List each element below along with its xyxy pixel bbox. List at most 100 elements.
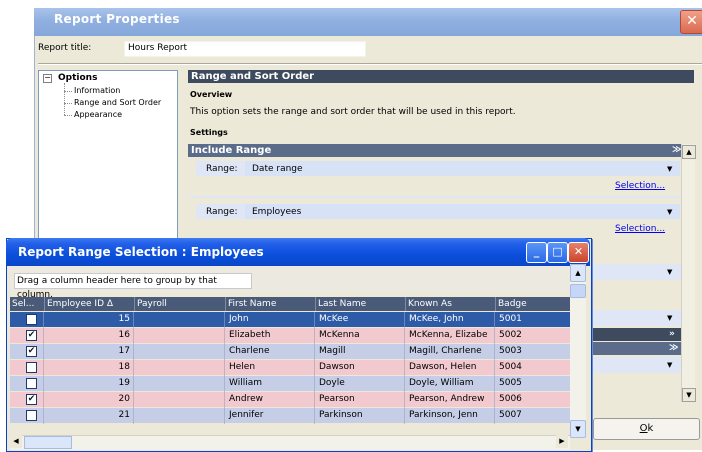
range-selection-title: Report Range Selection : Employees — [18, 245, 264, 259]
report-properties-close-button[interactable]: ✕ — [680, 10, 702, 34]
sort-ascending-icon: Δ — [106, 299, 114, 309]
collapse-chevron-icon[interactable]: ≫ — [669, 343, 678, 353]
selection-link-date[interactable]: Selection... — [615, 181, 665, 191]
scroll-thumb[interactable] — [24, 436, 72, 449]
ok-label-rest: k — [647, 423, 654, 434]
table-cell-payroll — [135, 344, 221, 358]
maximize-button[interactable]: □ — [547, 242, 568, 263]
column-header-known-as[interactable]: Known As — [406, 297, 496, 311]
range-select-date[interactable] — [245, 161, 680, 176]
range-value: Date range — [252, 164, 303, 174]
scroll-down-icon[interactable]: ▼ — [682, 388, 696, 402]
table-cell-id: 16 — [118, 330, 130, 340]
table-cell-badge: 5002 — [499, 330, 522, 340]
table-cell-payroll — [135, 408, 221, 422]
dropdown-arrow-icon[interactable]: ▼ — [667, 314, 672, 322]
table-cell-known: McKenna, Elizabe — [409, 330, 488, 340]
ok-button[interactable]: Ok — [593, 418, 700, 440]
row-select-checkbox[interactable] — [26, 410, 37, 421]
content-scrollbar[interactable] — [681, 144, 695, 402]
scroll-down-icon[interactable]: ▼ — [570, 420, 586, 438]
table-cell-known: Magill, Charlene — [409, 346, 482, 356]
table-cell-last: Pearson — [319, 394, 355, 404]
dropdown-arrow-icon[interactable]: ▼ — [667, 165, 672, 173]
row-select-checkbox[interactable]: ✔ — [26, 394, 37, 405]
tree-item-range-sort-order[interactable]: Range and Sort Order — [74, 98, 161, 107]
table-cell-id: 21 — [118, 410, 130, 420]
column-separator — [224, 312, 225, 424]
column-header-last-name[interactable]: Last Name — [316, 297, 406, 311]
range-selection-close-button[interactable]: ✕ — [568, 242, 589, 263]
column-separator — [404, 312, 405, 424]
tree-item-appearance[interactable]: Appearance — [74, 110, 122, 119]
settings-heading: Settings — [190, 128, 228, 137]
include-range-group-header[interactable]: Include Range — [188, 144, 685, 157]
row-select-checkbox[interactable] — [26, 378, 37, 389]
table-cell-first: Helen — [229, 362, 256, 372]
options-tree — [38, 70, 178, 247]
dropdown-arrow-icon[interactable]: ▼ — [667, 208, 672, 216]
tree-item-information[interactable]: Information — [74, 86, 120, 95]
close-icon: ✕ — [686, 13, 698, 29]
range-label: Range: — [206, 164, 238, 174]
table-cell-id: 17 — [118, 346, 130, 356]
table-cell-last: Magill — [319, 346, 346, 356]
tree-collapse-icon[interactable]: − — [43, 74, 52, 83]
maximize-icon: □ — [552, 245, 563, 258]
table-cell-known: McKee, John — [409, 314, 464, 324]
table-cell-payroll — [135, 312, 221, 326]
table-cell-last: Dawson — [319, 362, 355, 372]
row-select-checkbox[interactable] — [26, 362, 37, 373]
report-title-value: Hours Report — [128, 43, 188, 53]
collapse-chevron-icon[interactable]: ≫ — [672, 145, 681, 155]
tree-connector — [64, 83, 65, 115]
table-cell-id: 18 — [118, 362, 130, 372]
range-value: Employees — [252, 207, 302, 217]
table-cell-known: Doyle, William — [409, 378, 474, 388]
close-icon: ✕ — [573, 245, 584, 258]
column-header-payroll[interactable]: Payroll — [135, 297, 226, 311]
table-cell-badge: 5004 — [499, 362, 522, 372]
table-cell-last: McKee — [319, 314, 349, 324]
minimize-button[interactable]: _ — [526, 242, 547, 263]
column-header-first-name[interactable]: First Name — [226, 297, 316, 311]
row-select-checkbox[interactable]: ✔ — [26, 346, 37, 357]
row-select-checkbox[interactable]: ✔ — [26, 330, 37, 341]
column-header-badge[interactable]: Badge — [496, 297, 570, 311]
table-cell-first: Charlene — [229, 346, 270, 356]
tree-connector — [64, 115, 72, 116]
table-cell-badge: 5006 — [499, 394, 522, 404]
scroll-left-icon[interactable]: ◀ — [10, 435, 22, 448]
column-header-employee-id[interactable]: Employee ID Δ — [45, 297, 135, 311]
overview-text: This option sets the range and sort orde… — [190, 107, 516, 117]
scroll-up-icon[interactable]: ▲ — [570, 264, 586, 282]
scroll-up-icon[interactable]: ▲ — [682, 145, 696, 159]
expand-chevron-icon[interactable]: » — [669, 329, 675, 339]
report-properties-title: Report Properties — [54, 12, 180, 26]
table-cell-payroll — [135, 392, 221, 406]
table-cell-known: Parkinson, Jenn — [409, 410, 478, 420]
scroll-thumb[interactable] — [570, 284, 586, 298]
selection-link-employees[interactable]: Selection... — [615, 224, 665, 234]
table-cell-payroll — [135, 376, 221, 390]
tree-root-options[interactable]: Options — [58, 73, 97, 83]
table-cell-first: John — [229, 314, 249, 324]
table-cell-id: 20 — [118, 394, 130, 404]
column-header-label: Employee ID — [47, 299, 105, 309]
dropdown-arrow-icon[interactable]: ▼ — [667, 361, 672, 369]
table-cell-badge: 5003 — [499, 346, 522, 356]
table-cell-id: 15 — [118, 314, 130, 324]
range-select-employees[interactable] — [245, 204, 680, 219]
table-cell-payroll — [135, 360, 221, 374]
table-cell-badge: 5001 — [499, 314, 522, 324]
grid-horizontal-scrollbar[interactable] — [10, 435, 570, 450]
table-cell-known: Pearson, Andrew — [409, 394, 485, 404]
scroll-right-icon[interactable]: ▶ — [556, 435, 568, 448]
tree-connector — [64, 103, 72, 104]
table-cell-badge: 5005 — [499, 378, 522, 388]
dropdown-arrow-icon[interactable]: ▼ — [667, 268, 672, 276]
table-cell-first: Elizabeth — [229, 330, 271, 340]
row-select-checkbox[interactable] — [26, 314, 37, 325]
ok-mnemonic: O — [639, 423, 648, 434]
column-header-sel[interactable]: Sel... — [10, 297, 45, 311]
